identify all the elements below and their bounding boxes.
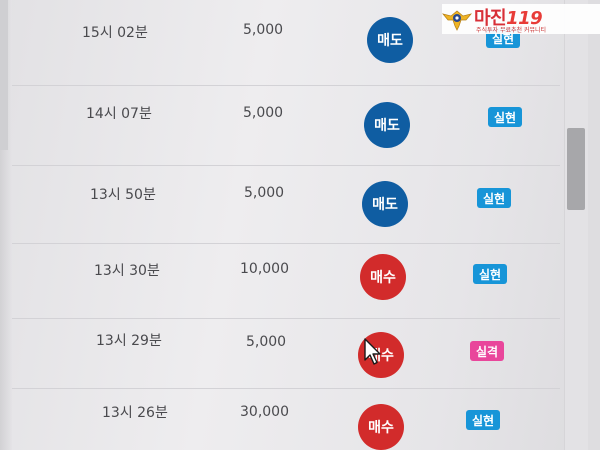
status-badge[interactable]: 실현 — [477, 188, 512, 208]
trade-time: 13시 30분 — [94, 263, 160, 279]
trade-time: 13시 26분 — [102, 405, 168, 421]
trade-time: 13시 29분 — [96, 333, 162, 349]
trade-amount: 5,000 — [246, 334, 287, 350]
table-row[interactable]: 13시 30분 10,000 매수 실현 — [12, 243, 560, 319]
eagle-emblem-icon — [442, 10, 472, 31]
status-badge[interactable]: 실현 — [473, 264, 508, 284]
trade-amount: 30,000 — [240, 404, 289, 420]
status-badge[interactable]: 실현 — [466, 410, 501, 430]
trade-amount: 5,000 — [244, 185, 285, 201]
logo-subtitle: 주식투자 무료추천 커뮤니티 — [476, 27, 547, 34]
trade-amount: 5,000 — [243, 105, 284, 121]
table-row[interactable]: 13시 29분 5,000 매수 실격 — [12, 318, 560, 389]
table-row[interactable]: 13시 26분 30,000 매수 실현 — [12, 388, 560, 450]
trade-type-badge: 매수 — [360, 254, 406, 300]
scrollbar-track[interactable] — [564, 0, 589, 450]
trade-list: 15시 02분 5,000 매도 실현 14시 07분 5,000 매도 실현 … — [12, 0, 560, 450]
trade-type-badge: 매도 — [367, 17, 413, 63]
status-badge[interactable]: 실격 — [470, 341, 505, 361]
trade-type-badge: 매도 — [364, 102, 410, 148]
left-panel-edge — [0, 0, 8, 150]
trade-type-badge: 매수 — [358, 404, 404, 450]
trade-amount: 10,000 — [240, 261, 289, 277]
site-logo: 마진119 주식투자 무료추천 커뮤니티 — [442, 4, 600, 34]
table-row[interactable]: 14시 07분 5,000 매도 실현 — [12, 85, 560, 166]
trade-time: 15시 02분 — [82, 25, 148, 41]
right-edge — [588, 0, 600, 450]
mouse-cursor-icon — [364, 338, 381, 365]
trade-amount: 5,000 — [243, 22, 284, 38]
table-row[interactable]: 13시 50분 5,000 매도 실현 — [12, 165, 560, 244]
status-badge[interactable]: 실현 — [488, 107, 523, 127]
trade-time: 14시 07분 — [86, 106, 152, 122]
scrollbar-thumb[interactable] — [567, 128, 585, 210]
trade-time: 13시 50분 — [90, 187, 156, 203]
trade-type-badge: 매도 — [362, 181, 408, 227]
